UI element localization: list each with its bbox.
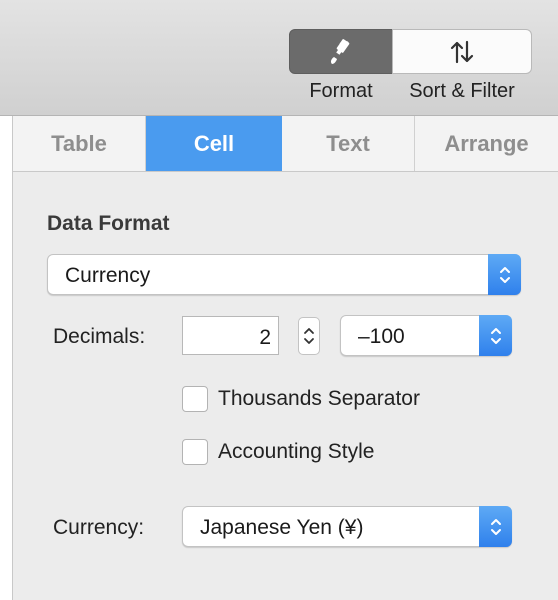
sort-filter-label: Sort & Filter [409, 80, 515, 102]
toolbar: Format Sort & Filter [0, 0, 558, 116]
accounting-style-label[interactable]: Accounting Style [218, 440, 374, 464]
sort-arrows-icon [450, 40, 474, 63]
negative-number-popup[interactable]: –100 [340, 315, 512, 356]
format-label: Format [309, 80, 373, 102]
inspector-tabs: Table Cell Text Arrange [13, 116, 558, 172]
accounting-style-checkbox[interactable] [182, 439, 208, 465]
updown-chevron-icon [479, 506, 512, 547]
decimals-field[interactable]: 2 [182, 316, 279, 355]
currency-value: Japanese Yen (¥) [200, 516, 364, 539]
updown-chevron-icon [479, 315, 512, 356]
thousands-separator-label[interactable]: Thousands Separator [218, 387, 420, 411]
tab-text[interactable]: Text [282, 116, 415, 171]
data-format-value: Currency [65, 264, 151, 287]
cell-format-panel: Data Format Currency Decimals: 2 –100 Th… [13, 172, 558, 600]
section-title: Data Format [47, 212, 170, 235]
decimals-label: Decimals: [53, 325, 146, 348]
paintbrush-icon [330, 38, 350, 64]
format-button[interactable] [289, 29, 393, 74]
thousands-separator-checkbox[interactable] [182, 386, 208, 412]
sort-filter-button[interactable] [392, 29, 532, 74]
tab-cell[interactable]: Cell [146, 116, 282, 171]
data-format-popup[interactable]: Currency [47, 254, 521, 295]
spreadsheet-edge [0, 116, 13, 600]
currency-popup[interactable]: Japanese Yen (¥) [182, 506, 512, 547]
tab-arrange[interactable]: Arrange [415, 116, 558, 171]
tab-table[interactable]: Table [13, 116, 146, 171]
negative-number-value: –100 [358, 325, 405, 348]
decimals-stepper[interactable] [298, 317, 320, 355]
stepper-chevron-icon [304, 328, 314, 344]
currency-label: Currency: [53, 516, 145, 539]
updown-chevron-icon [488, 254, 521, 295]
